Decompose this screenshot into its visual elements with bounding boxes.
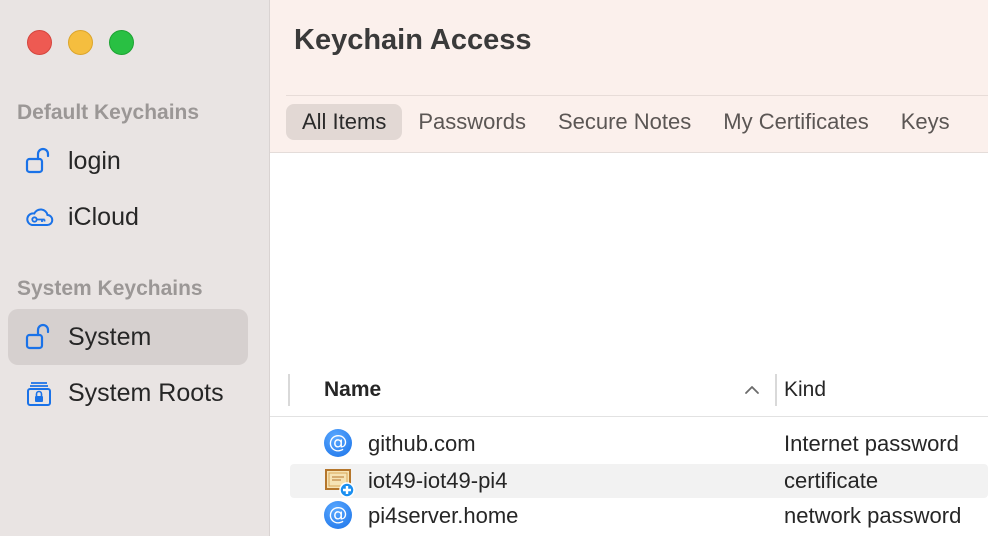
at-sign-icon: @: [324, 501, 354, 531]
window-controls: [27, 30, 134, 55]
column-divider[interactable]: [288, 374, 290, 406]
category-tabs: All Items Passwords Secure Notes My Cert…: [286, 104, 966, 140]
section-label-system-keychains: System Keychains: [17, 277, 203, 300]
tab-secure-notes[interactable]: Secure Notes: [542, 104, 707, 140]
section-label-default-keychains: Default Keychains: [17, 101, 200, 124]
row-name: pi4server.home: [368, 503, 519, 528]
column-header-name[interactable]: Name: [324, 378, 381, 402]
column-divider[interactable]: [775, 374, 777, 406]
table-row[interactable]: @ pi4server.home network password: [290, 499, 988, 533]
row-kind: Internet password: [784, 431, 959, 456]
sidebar-item-label: System: [68, 322, 152, 351]
row-kind: certificate: [784, 468, 879, 493]
certificate-icon: [324, 466, 355, 498]
sidebar-item-login[interactable]: login: [8, 133, 248, 189]
sidebar-item-label: System Roots: [68, 378, 224, 407]
tab-keys[interactable]: Keys: [885, 104, 966, 140]
cabinet-lock-icon: [24, 378, 54, 408]
row-name: iot49-iot49-pi4: [368, 468, 508, 493]
zoom-button[interactable]: [109, 30, 134, 55]
main-pane: Keychain Access All Items Passwords Secu…: [270, 0, 988, 536]
table-row[interactable]: @ github.com Internet password: [290, 427, 988, 461]
sidebar-item-label: iCloud: [68, 202, 139, 231]
sidebar-item-system-roots[interactable]: System Roots: [8, 365, 248, 421]
toolbar-divider: [286, 95, 988, 96]
minimize-button[interactable]: [68, 30, 93, 55]
sidebar-item-icloud[interactable]: iCloud: [8, 189, 248, 245]
tab-all-items[interactable]: All Items: [286, 104, 403, 140]
at-sign-icon: @: [324, 429, 354, 459]
sort-ascending-icon[interactable]: [744, 382, 760, 398]
table-row[interactable]: iot49-iot49-pi4 certificate: [290, 464, 988, 498]
table-header: Name Kind: [270, 366, 988, 417]
toolbar: Keychain Access All Items Passwords Secu…: [270, 0, 988, 153]
unlock-icon: [24, 146, 54, 176]
sidebar: Default Keychains login iCloud System Ke…: [0, 0, 270, 536]
unlock-icon: [24, 322, 54, 352]
tab-my-certificates[interactable]: My Certificates: [707, 104, 884, 140]
tab-passwords[interactable]: Passwords: [402, 104, 542, 140]
icloud-key-icon: [24, 202, 54, 232]
column-header-kind[interactable]: Kind: [784, 378, 826, 402]
close-button[interactable]: [27, 30, 52, 55]
window-title: Keychain Access: [294, 24, 532, 56]
row-kind: network password: [784, 503, 962, 528]
sidebar-item-system[interactable]: System: [8, 309, 248, 365]
row-name: github.com: [368, 431, 476, 456]
sidebar-item-label: login: [68, 146, 121, 175]
